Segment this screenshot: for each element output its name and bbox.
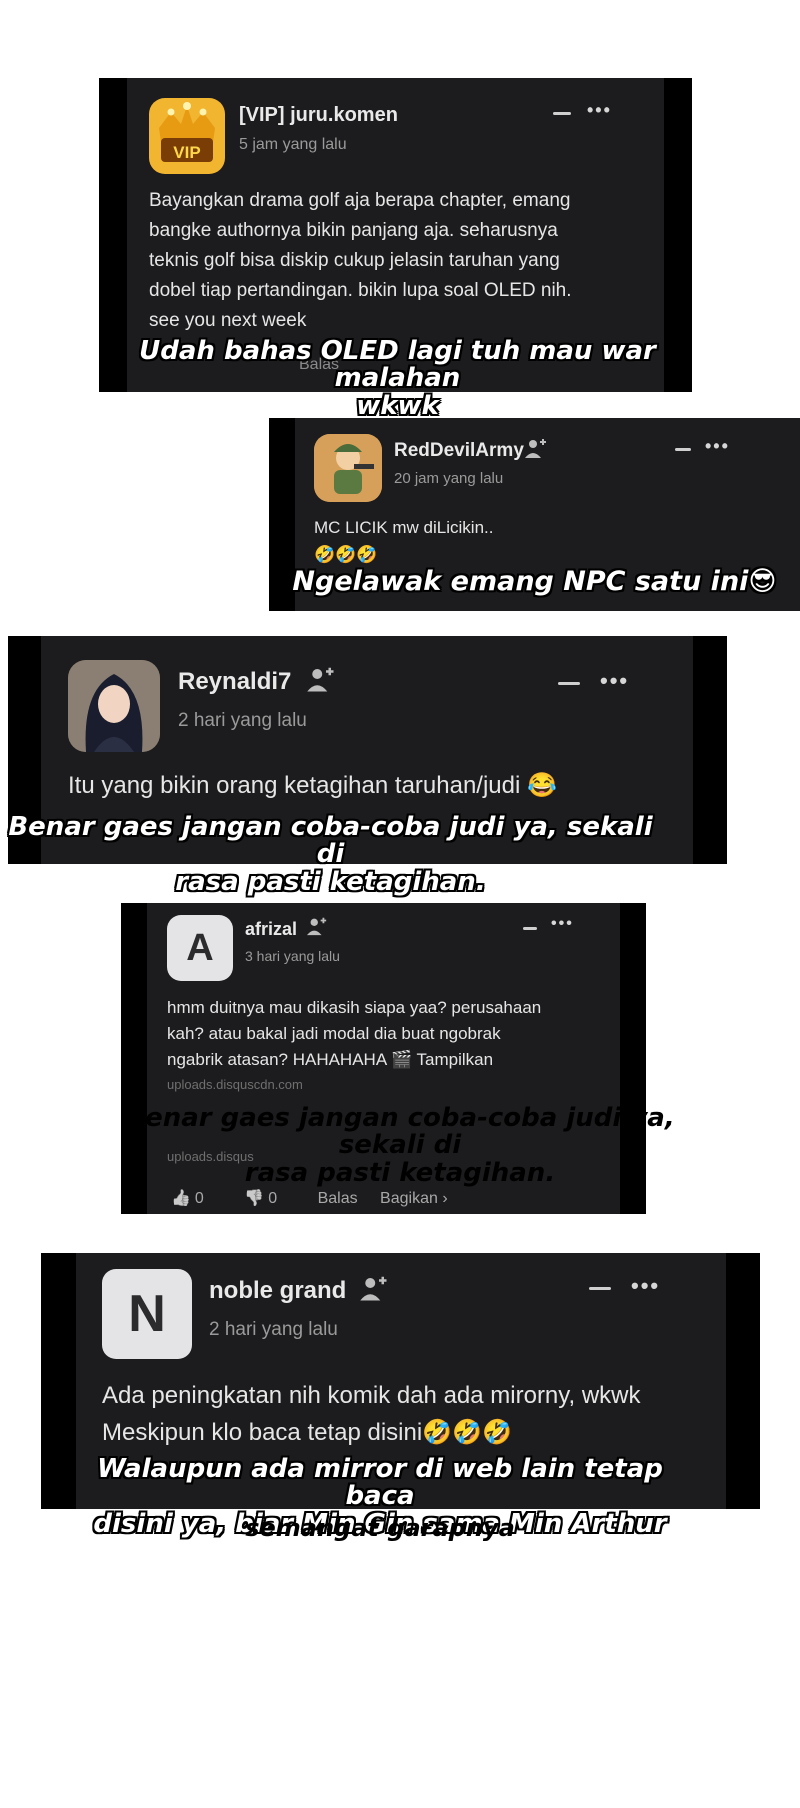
like-count: 0 — [194, 1190, 204, 1207]
reply-button[interactable]: Balas — [318, 1190, 358, 1207]
vip-avatar[interactable]: VIP — [149, 98, 225, 174]
timestamp[interactable]: 2 hari yang lalu — [209, 1319, 338, 1341]
username[interactable]: RedDevilArmy — [394, 440, 524, 462]
meme-caption: Benar gaes jangan coba-coba judi ya, sek… — [125, 1103, 675, 1188]
more-options-icon[interactable]: ••• — [705, 436, 730, 457]
like-button[interactable]: 👍 0 — [171, 1190, 222, 1207]
meme-caption: Ngelawak emang NPC satu ini😎 — [292, 566, 777, 597]
timestamp[interactable]: 2 hari yang lalu — [178, 710, 307, 732]
meme-caption: Benar gaes jangan coba-coba judi ya, sek… — [8, 812, 653, 897]
follow-user-icon[interactable] — [306, 664, 336, 699]
user-avatar[interactable]: N — [102, 1269, 192, 1359]
timestamp[interactable]: 3 hari yang lalu — [245, 948, 340, 964]
follow-user-icon[interactable] — [359, 1273, 389, 1308]
collapse-icon[interactable] — [558, 682, 580, 685]
anime-girl-avatar-icon — [68, 660, 160, 752]
meme-caption-tail: semangat garapnya — [245, 1514, 515, 1542]
comment-text: Ada peningkatan nih komik dah ada mirorn… — [102, 1382, 641, 1446]
username[interactable]: afrizal — [245, 919, 297, 940]
user-avatar[interactable] — [314, 434, 382, 502]
meme-caption: Udah bahas OLED lagi tuh mau war malahan… — [139, 336, 656, 421]
more-options-icon[interactable]: ••• — [631, 1273, 660, 1299]
collapse-icon[interactable] — [523, 927, 537, 930]
comment-text: hmm duitnya mau dikasih siapa yaa? perus… — [167, 998, 542, 1069]
more-options-icon[interactable]: ••• — [587, 100, 612, 121]
collapse-icon[interactable] — [589, 1287, 611, 1290]
username[interactable]: noble grand — [209, 1277, 346, 1305]
soldier-avatar-icon — [314, 434, 382, 502]
username[interactable]: Reynaldi7 — [178, 668, 291, 696]
comment-text: MC LICIK mw diLicikin.. 🤣🤣🤣 — [314, 518, 494, 564]
comment-text: Itu yang bikin orang ketagihan taruhan/j… — [68, 772, 557, 799]
more-options-icon[interactable]: ••• — [600, 668, 629, 694]
more-options-icon[interactable]: ••• — [551, 915, 574, 933]
dislike-icon: 👎 — [244, 1190, 265, 1207]
collapse-icon[interactable] — [675, 448, 691, 451]
comment-actions: 👍 0 👎 0 Balas Bagikan › — [171, 1188, 466, 1208]
user-avatar[interactable] — [68, 660, 160, 752]
comment-text: Bayangkan drama golf aja berapa chapter,… — [149, 190, 572, 331]
collapse-icon[interactable] — [553, 112, 571, 115]
share-button[interactable]: Bagikan › — [380, 1190, 448, 1207]
vip-label: VIP — [173, 143, 201, 162]
image-link[interactable]: uploads.disquscdn.com — [167, 1077, 303, 1092]
dislike-button[interactable]: 👎 0 — [244, 1190, 295, 1207]
user-avatar[interactable]: A — [167, 915, 233, 981]
timestamp[interactable]: 5 jam yang lalu — [239, 136, 347, 154]
follow-user-icon[interactable] — [306, 915, 328, 942]
timestamp[interactable]: 20 jam yang lalu — [394, 470, 503, 487]
dislike-count: 0 — [268, 1190, 278, 1207]
username[interactable]: [VIP] juru.komen — [239, 104, 398, 127]
like-icon: 👍 — [171, 1190, 191, 1207]
follow-user-icon[interactable] — [524, 436, 548, 465]
